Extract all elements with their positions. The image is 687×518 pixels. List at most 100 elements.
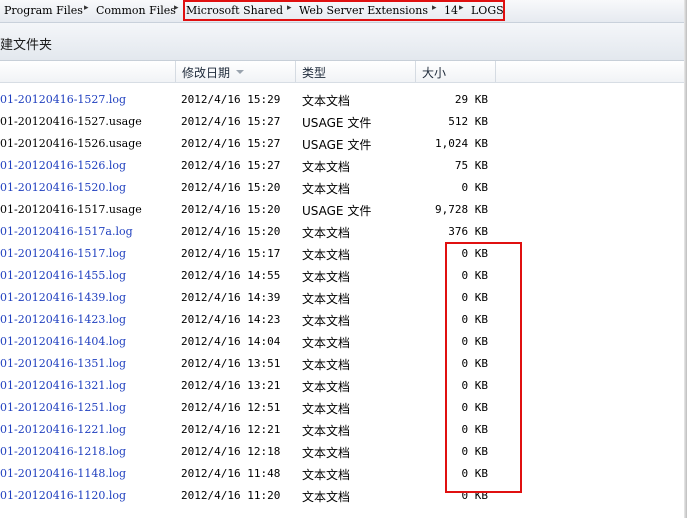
file-row[interactable]: 01-20120416-1517.usage 2012/4/16 15:20 U… xyxy=(0,199,687,221)
file-type: 文本文档 xyxy=(302,182,351,196)
file-type: USAGE 文件 xyxy=(302,138,372,152)
file-row[interactable]: 01-20120416-1455.log 2012/4/16 14:55 文本文… xyxy=(0,265,687,287)
file-type: 文本文档 xyxy=(302,160,351,174)
file-type: 文本文档 xyxy=(302,94,351,108)
file-type: USAGE 文件 xyxy=(302,204,372,218)
file-row[interactable]: 01-20120416-1218.log 2012/4/16 12:18 文本文… xyxy=(0,441,687,463)
file-size: 75 KB xyxy=(454,159,488,172)
file-size: 29 KB xyxy=(454,93,488,106)
file-type: USAGE 文件 xyxy=(302,116,372,130)
file-name[interactable]: 01-20120416-1455.log xyxy=(0,269,126,282)
file-type: 文本文档 xyxy=(302,490,351,504)
file-row[interactable]: 01-20120416-1520.log 2012/4/16 15:20 文本文… xyxy=(0,177,687,199)
file-type: 文本文档 xyxy=(302,314,351,328)
file-date: 2012/4/16 15:17 xyxy=(181,247,281,260)
file-name[interactable]: 01-20120416-1120.log xyxy=(0,489,126,502)
file-name[interactable]: 01-20120416-1218.log xyxy=(0,445,126,458)
file-date: 2012/4/16 13:21 xyxy=(181,379,281,392)
file-name[interactable]: 01-20120416-1526.log xyxy=(0,159,126,172)
file-name[interactable]: 01-20120416-1439.log xyxy=(0,291,126,304)
chevron-right-icon[interactable]: ▸ xyxy=(84,3,89,13)
file-name[interactable]: 01-20120416-1351.log xyxy=(0,357,126,370)
file-name[interactable]: 01-20120416-1251.log xyxy=(0,401,126,414)
column-size-label: 大小 xyxy=(422,66,447,80)
file-date: 2012/4/16 15:29 xyxy=(181,93,281,106)
file-date: 2012/4/16 15:27 xyxy=(181,159,281,172)
file-row[interactable]: 01-20120416-1148.log 2012/4/16 11:48 文本文… xyxy=(0,463,687,485)
file-name[interactable]: 01-20120416-1517a.log xyxy=(0,225,133,238)
column-name[interactable] xyxy=(0,61,176,82)
file-row[interactable]: 01-20120416-1439.log 2012/4/16 14:39 文本文… xyxy=(0,287,687,309)
file-date: 2012/4/16 13:51 xyxy=(181,357,281,370)
file-name[interactable]: 01-20120416-1221.log xyxy=(0,423,126,436)
column-header: 修改日期 类型 大小 xyxy=(0,61,687,83)
file-date: 2012/4/16 14:55 xyxy=(181,269,281,282)
file-date: 2012/4/16 11:48 xyxy=(181,467,281,480)
file-type: 文本文档 xyxy=(302,468,351,482)
file-row[interactable]: 01-20120416-1517a.log 2012/4/16 15:20 文本… xyxy=(0,221,687,243)
column-date-label: 修改日期 xyxy=(182,66,231,80)
file-name[interactable]: 01-20120416-1527.usage xyxy=(0,115,142,128)
file-date: 2012/4/16 12:51 xyxy=(181,401,281,414)
file-date: 2012/4/16 15:20 xyxy=(181,203,281,216)
file-type: 文本文档 xyxy=(302,380,351,394)
file-name[interactable]: 01-20120416-1148.log xyxy=(0,467,126,480)
sort-down-icon xyxy=(236,70,244,74)
file-row[interactable]: 01-20120416-1321.log 2012/4/16 13:21 文本文… xyxy=(0,375,687,397)
file-row[interactable]: 01-20120416-1423.log 2012/4/16 14:23 文本文… xyxy=(0,309,687,331)
file-name[interactable]: 01-20120416-1527.log xyxy=(0,93,126,106)
file-row[interactable]: 01-20120416-1527.usage 2012/4/16 15:27 U… xyxy=(0,111,687,133)
file-row[interactable]: 01-20120416-1527.log 2012/4/16 15:29 文本文… xyxy=(0,89,687,111)
file-type: 文本文档 xyxy=(302,358,351,372)
file-name[interactable]: 01-20120416-1321.log xyxy=(0,379,126,392)
file-date: 2012/4/16 12:18 xyxy=(181,445,281,458)
file-name[interactable]: 01-20120416-1520.log xyxy=(0,181,126,194)
file-type: 文本文档 xyxy=(302,270,351,284)
file-type: 文本文档 xyxy=(302,292,351,306)
file-type: 文本文档 xyxy=(302,424,351,438)
explorer-window: Program Files ▸ Common Files ▸ Microsoft… xyxy=(0,0,687,518)
file-date: 2012/4/16 15:27 xyxy=(181,115,281,128)
breadcrumb-program-files[interactable]: Program Files xyxy=(4,4,83,17)
file-size: 512 KB xyxy=(448,115,488,128)
size-highlight-box xyxy=(445,242,522,493)
file-row[interactable]: 01-20120416-1221.log 2012/4/16 12:21 文本文… xyxy=(0,419,687,441)
new-folder-button[interactable]: 建文件夹 xyxy=(0,34,52,53)
file-date: 2012/4/16 14:23 xyxy=(181,313,281,326)
file-size: 1,024 KB xyxy=(435,137,488,150)
file-name[interactable]: 01-20120416-1517.usage xyxy=(0,203,142,216)
file-size: 9,728 KB xyxy=(435,203,488,216)
file-type: 文本文档 xyxy=(302,226,351,240)
toolbar: 建文件夹 xyxy=(0,23,687,61)
address-bar[interactable]: Program Files ▸ Common Files ▸ Microsoft… xyxy=(0,0,687,23)
breadcrumb-common-files[interactable]: Common Files xyxy=(96,4,176,17)
chevron-right-icon[interactable]: ▸ xyxy=(174,3,179,13)
file-type: 文本文档 xyxy=(302,248,351,262)
file-list: 01-20120416-1527.log 2012/4/16 15:29 文本文… xyxy=(0,83,687,518)
file-name[interactable]: 01-20120416-1423.log xyxy=(0,313,126,326)
file-date: 2012/4/16 14:39 xyxy=(181,291,281,304)
file-date: 2012/4/16 15:27 xyxy=(181,137,281,150)
column-type[interactable]: 类型 xyxy=(296,61,416,82)
file-row[interactable]: 01-20120416-1526.log 2012/4/16 15:27 文本文… xyxy=(0,155,687,177)
file-row[interactable]: 01-20120416-1251.log 2012/4/16 12:51 文本文… xyxy=(0,397,687,419)
file-name[interactable]: 01-20120416-1517.log xyxy=(0,247,126,260)
column-type-label: 类型 xyxy=(302,66,327,80)
file-row[interactable]: 01-20120416-1517.log 2012/4/16 15:17 文本文… xyxy=(0,243,687,265)
file-name[interactable]: 01-20120416-1526.usage xyxy=(0,137,142,150)
file-row[interactable]: 01-20120416-1526.usage 2012/4/16 15:27 U… xyxy=(0,133,687,155)
file-row[interactable]: 01-20120416-1351.log 2012/4/16 13:51 文本文… xyxy=(0,353,687,375)
file-date: 2012/4/16 15:20 xyxy=(181,181,281,194)
file-row[interactable]: 01-20120416-1404.log 2012/4/16 14:04 文本文… xyxy=(0,331,687,353)
bottom-fade xyxy=(0,504,687,518)
file-name[interactable]: 01-20120416-1404.log xyxy=(0,335,126,348)
file-size: 376 KB xyxy=(448,225,488,238)
file-date: 2012/4/16 14:04 xyxy=(181,335,281,348)
column-size[interactable]: 大小 xyxy=(416,61,496,82)
address-highlight-box xyxy=(183,0,505,21)
column-date-modified[interactable]: 修改日期 xyxy=(176,61,296,82)
file-type: 文本文档 xyxy=(302,402,351,416)
file-type: 文本文档 xyxy=(302,446,351,460)
file-date: 2012/4/16 11:20 xyxy=(181,489,281,502)
file-type: 文本文档 xyxy=(302,336,351,350)
